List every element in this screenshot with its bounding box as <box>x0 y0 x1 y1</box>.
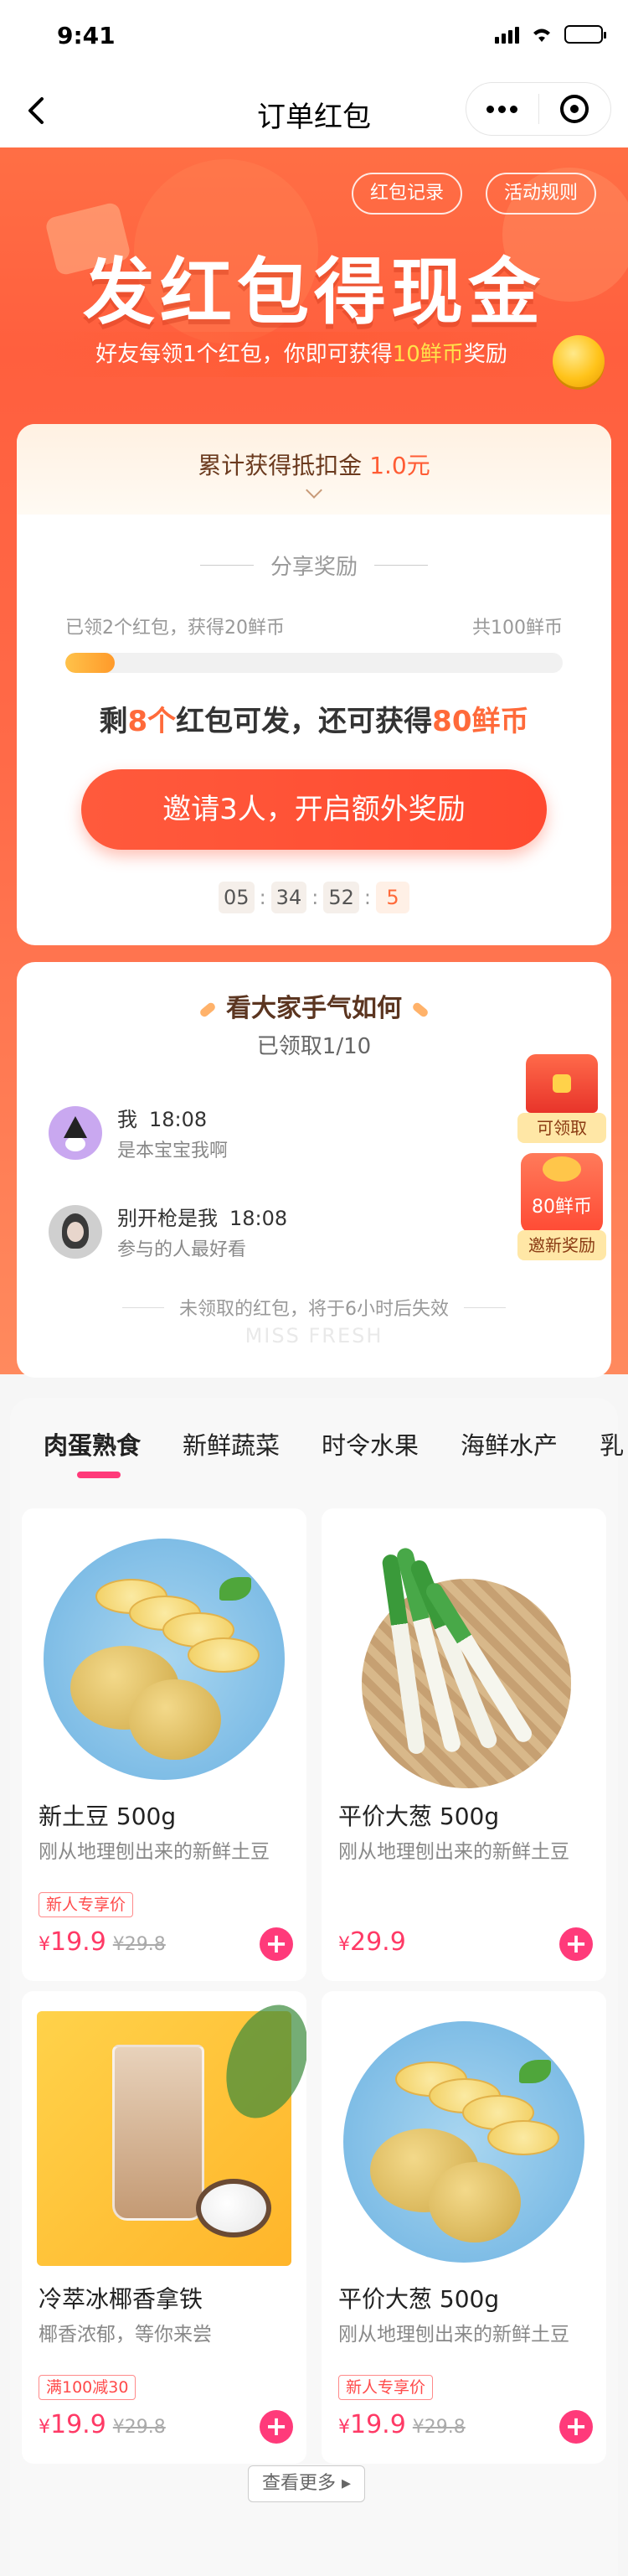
tab-meat-eggs[interactable]: 肉蛋熟食 <box>44 1426 141 1461</box>
coin-icon <box>553 335 605 387</box>
product-card[interactable]: 新土豆 500g 刚从地理刨出来的新鲜土豆 新人专享价 ¥19.9 ¥29.8 + <box>22 1508 306 1981</box>
more-icon <box>486 105 518 113</box>
tab-fruits[interactable]: 时令水果 <box>322 1426 419 1461</box>
target-icon <box>560 95 589 123</box>
add-to-cart-button[interactable]: + <box>559 2410 593 2444</box>
tab-dairy[interactable]: 乳 <box>600 1426 624 1461</box>
countdown-timer: 05: 34: 52: 5 <box>17 882 611 913</box>
countdown-seconds: 52 <box>323 882 359 913</box>
expire-note: 未领取的红包，将于6小时后失效 <box>17 1294 611 1321</box>
promo-badge: 新人专享价 <box>338 2375 434 2400</box>
promo-badge: 新人专享价 <box>39 1892 134 1917</box>
red-envelope-record-button[interactable]: 红包记录 <box>352 173 463 215</box>
view-more-button[interactable]: 查看更多 ▸ <box>248 2465 365 2502</box>
countdown-hours: 05 <box>219 882 255 913</box>
status-bar: 9:41 <box>0 0 628 74</box>
product-price: ¥19.9 ¥29.8 <box>338 2410 466 2439</box>
invite-button[interactable]: 邀请3人，开启额外奖励 <box>81 769 547 850</box>
product-name: 平价大葱 500g <box>338 2285 500 2313</box>
avatar <box>49 1105 102 1160</box>
wifi-icon <box>533 28 550 42</box>
active-tab-indicator <box>77 1472 121 1478</box>
reward-card: 累计获得抵扣金 1.0元 分享奖励 已领2个红包，获得20鲜币 共100鲜币 剩… <box>17 424 611 945</box>
friends-card: 看大家手气如何 已领取1/10 我 18:08 是本宝宝我啊 别开枪是我 18:08… <box>17 962 611 1378</box>
product-card[interactable]: 平价大葱 500g 刚从地理刨出来的新鲜土豆 ¥29.9 + <box>322 1508 606 1981</box>
status-time: 9:41 <box>57 22 116 49</box>
add-to-cart-button[interactable]: + <box>559 1927 593 1961</box>
product-price: ¥29.9 <box>338 1927 406 1957</box>
claim-time: 18:08 <box>229 1207 288 1230</box>
product-description: 刚从地理刨出来的新鲜土豆 <box>338 1841 569 1863</box>
product-card[interactable]: 平价大葱 500g 刚从地理刨出来的新鲜土豆 新人专享价 ¥19.9 ¥29.8 … <box>322 1991 606 2464</box>
product-name: 平价大葱 500g <box>338 1803 500 1830</box>
battery-icon <box>564 25 606 44</box>
new-user-reward-button[interactable]: 80鲜币 邀新奖励 <box>517 1153 606 1260</box>
product-description: 刚从地理刨出来的新鲜土豆 <box>338 2324 569 2346</box>
product-image <box>37 1529 291 1783</box>
status-icons <box>495 25 606 44</box>
product-price: ¥19.9 ¥29.8 <box>39 2410 166 2439</box>
friend-name: 别开枪是我 <box>117 1207 218 1230</box>
coin-icon <box>543 1156 581 1182</box>
product-name: 新土豆 500g <box>39 1803 177 1830</box>
progress-status: 已领2个红包，获得20鲜币 <box>65 618 285 639</box>
product-name: 冷萃冰椰香拿铁 <box>39 2285 203 2313</box>
hero-title: 发红包得现金 <box>83 251 545 334</box>
new-user-reward-label: 邀新奖励 <box>517 1230 606 1260</box>
treasure-chest-button[interactable]: 可领取 <box>517 1049 606 1145</box>
nav-bar: 订单红包 <box>0 74 628 147</box>
leaf-icon <box>198 1001 217 1018</box>
reward-amount: 80鲜币 <box>532 1197 592 1218</box>
activity-rules-button[interactable]: 活动规则 <box>486 173 597 215</box>
product-description: 椰香浓郁，等你来尝 <box>39 2324 212 2346</box>
friend-message: 是本宝宝我啊 <box>117 1141 229 1161</box>
list-item: 别开枪是我 18:08 参与的人最好看 <box>49 1202 287 1261</box>
close-miniprogram-button[interactable] <box>539 83 611 135</box>
claim-time: 18:08 <box>149 1108 208 1131</box>
tab-vegetables[interactable]: 新鲜蔬菜 <box>183 1426 280 1461</box>
brand-watermark: MISS FRESH <box>245 1324 383 1347</box>
list-item: 我 18:08 是本宝宝我啊 <box>49 1103 228 1162</box>
progress-bar <box>65 653 563 673</box>
add-to-cart-button[interactable]: + <box>260 2410 293 2444</box>
category-tabs: 肉蛋熟食 新鲜蔬菜 时令水果 海鲜水产 乳 <box>44 1426 624 1461</box>
total-deduction-panel[interactable]: 累计获得抵扣金 1.0元 <box>17 424 611 515</box>
progress-labels: 已领2个红包，获得20鲜币 共100鲜币 <box>65 613 563 639</box>
claimable-label: 可领取 <box>517 1113 606 1143</box>
avatar <box>49 1204 102 1259</box>
product-image <box>337 2011 591 2266</box>
countdown-tenths: 5 <box>375 882 409 913</box>
progress-fill <box>65 653 116 673</box>
add-to-cart-button[interactable]: + <box>260 1927 293 1961</box>
hero-subtitle: 好友每领1个红包，你即可获得10鲜币奖励 <box>33 332 569 377</box>
share-heading: 分享奖励 <box>17 550 611 581</box>
product-image <box>337 1529 591 1788</box>
friends-title: 看大家手气如何 <box>17 987 611 1024</box>
tab-seafood[interactable]: 海鲜水产 <box>461 1426 558 1461</box>
product-image <box>37 1993 306 2266</box>
promo-badge: 满100减30 <box>39 2375 136 2400</box>
remaining-text: 剩8个红包可发，还可获得80鲜币 <box>99 705 529 738</box>
product-description: 刚从地理刨出来的新鲜土豆 <box>39 1841 270 1863</box>
progress-total: 共100鲜币 <box>472 618 563 639</box>
more-button[interactable] <box>466 83 538 135</box>
signal-icon <box>495 25 519 44</box>
countdown-minutes: 34 <box>270 882 307 913</box>
friend-message: 参与的人最好看 <box>117 1239 247 1260</box>
capsule-menu <box>466 82 611 136</box>
chevron-down-icon <box>306 482 322 499</box>
total-deduction: 累计获得抵扣金 1.0元 <box>198 452 430 479</box>
product-card[interactable]: 冷萃冰椰香拿铁 椰香浓郁，等你来尝 满100减30 ¥19.9 ¥29.8 + <box>22 1991 306 2464</box>
product-price: ¥19.9 ¥29.8 <box>39 1927 166 1957</box>
friend-name: 我 <box>117 1108 137 1131</box>
leaf-icon <box>411 1001 430 1018</box>
